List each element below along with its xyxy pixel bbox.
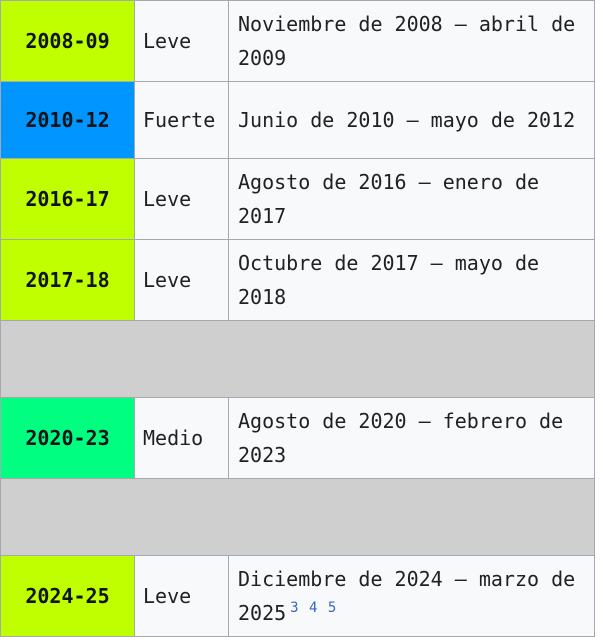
dates-text: Agosto de 2016 – enero de 2017 <box>238 170 540 228</box>
dates-text: Noviembre de 2008 – abril de 2009 <box>238 12 576 70</box>
dates-text: Octubre de 2017 – mayo de 2018 <box>238 251 540 309</box>
period-cell: 2024-25 <box>0 555 135 637</box>
dates-text: Diciembre de 2024 – marzo de 2025 <box>238 567 576 625</box>
intensity-cell: Leve <box>134 158 229 240</box>
table-row: 2017-18 Leve Octubre de 2017 – mayo de 2… <box>0 239 595 321</box>
episodes-table: 2008-09 Leve Noviembre de 2008 – abril d… <box>0 0 595 637</box>
episodes-table-container: 2008-09 Leve Noviembre de 2008 – abril d… <box>0 0 595 637</box>
reference-link[interactable]: 4 <box>309 600 318 616</box>
gap-cell <box>0 478 595 556</box>
table-row: 2020-23 Medio Agosto de 2020 – febrero d… <box>0 397 595 479</box>
intensity-cell: Leve <box>134 239 229 321</box>
period-cell: 2020-23 <box>0 397 135 479</box>
period-cell: 2016-17 <box>0 158 135 240</box>
table-row: 2024-25 Leve Diciembre de 2024 – marzo d… <box>0 555 595 637</box>
period-cell: 2017-18 <box>0 239 135 321</box>
dates-cell: Junio de 2010 – mayo de 2012 <box>228 81 595 159</box>
intensity-cell: Leve <box>134 555 229 637</box>
dates-cell: Octubre de 2017 – mayo de 2018 <box>228 239 595 321</box>
gap-cell <box>0 320 595 398</box>
table-gap-row <box>0 320 595 398</box>
dates-cell: Noviembre de 2008 – abril de 2009 <box>228 0 595 82</box>
dates-text: Agosto de 2020 – febrero de 2023 <box>238 409 564 467</box>
reference-links: 3 4 5 <box>290 600 337 616</box>
table-row: 2010-12 Fuerte Junio de 2010 – mayo de 2… <box>0 81 595 159</box>
table-row: 2016-17 Leve Agosto de 2016 – enero de 2… <box>0 158 595 240</box>
period-cell: 2010-12 <box>0 81 135 159</box>
intensity-cell: Medio <box>134 397 229 479</box>
dates-cell: Agosto de 2020 – febrero de 2023 <box>228 397 595 479</box>
dates-cell: Diciembre de 2024 – marzo de 2025 3 4 5 <box>228 555 595 637</box>
period-cell: 2008-09 <box>0 0 135 82</box>
intensity-cell: Leve <box>134 0 229 82</box>
episodes-table-body: 2008-09 Leve Noviembre de 2008 – abril d… <box>0 0 595 637</box>
reference-link[interactable]: 3 <box>290 600 299 616</box>
table-gap-row <box>0 478 595 556</box>
intensity-cell: Fuerte <box>134 81 229 159</box>
table-row: 2008-09 Leve Noviembre de 2008 – abril d… <box>0 0 595 82</box>
reference-link[interactable]: 5 <box>328 600 337 616</box>
dates-cell: Agosto de 2016 – enero de 2017 <box>228 158 595 240</box>
dates-text: Junio de 2010 – mayo de 2012 <box>238 108 576 132</box>
